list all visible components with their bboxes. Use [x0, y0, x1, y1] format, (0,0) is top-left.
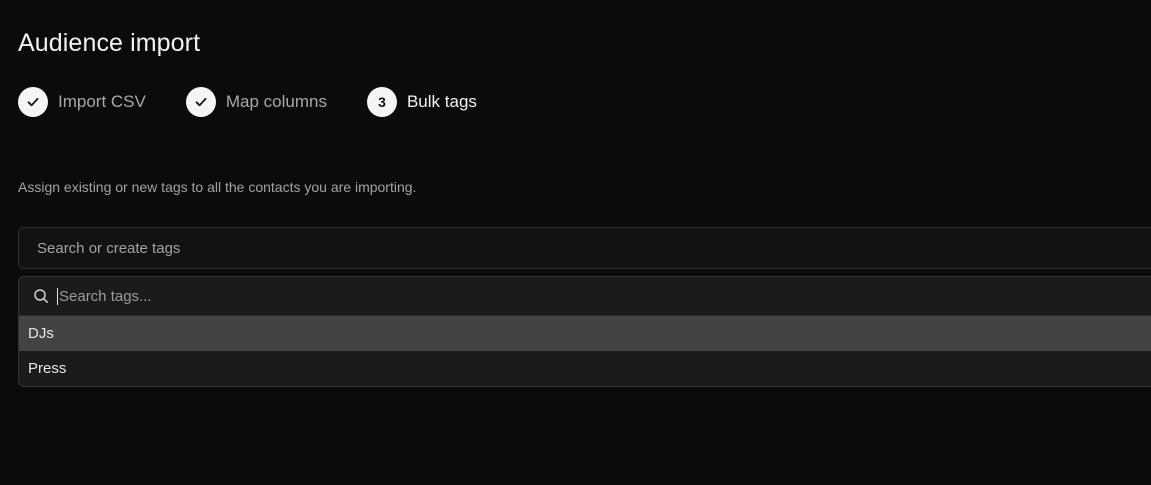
- tag-option-press[interactable]: Press: [19, 351, 1151, 386]
- help-text: Assign existing or new tags to all the c…: [18, 179, 417, 195]
- step-import-csv-check-icon: [18, 86, 48, 117]
- import-stepper: Import CSV Map columns 3 Bulk tags: [18, 86, 517, 117]
- audience-import-page: Audience import Import CSV Map columns 3…: [0, 0, 1151, 485]
- tag-search-input[interactable]: [57, 287, 659, 305]
- tag-dropdown: DJs Press: [18, 276, 1151, 387]
- tag-option-djs[interactable]: DJs: [19, 316, 1151, 351]
- page-title: Audience import: [18, 29, 201, 57]
- tag-select-input[interactable]: Search or create tags: [18, 227, 1151, 269]
- step-number: 3: [366, 86, 397, 117]
- step-label: Map columns: [225, 91, 327, 111]
- step-map-columns-check-icon: [185, 86, 216, 117]
- step-label: Import CSV: [58, 91, 146, 111]
- step-label: Bulk tags: [406, 91, 477, 111]
- tag-search-bar: [19, 277, 1151, 316]
- step-import-csv[interactable]: Import CSV: [18, 86, 146, 117]
- step-bulk-tags[interactable]: 3 Bulk tags: [366, 86, 477, 117]
- search-icon: [33, 288, 49, 304]
- step-map-columns[interactable]: Map columns: [185, 86, 327, 117]
